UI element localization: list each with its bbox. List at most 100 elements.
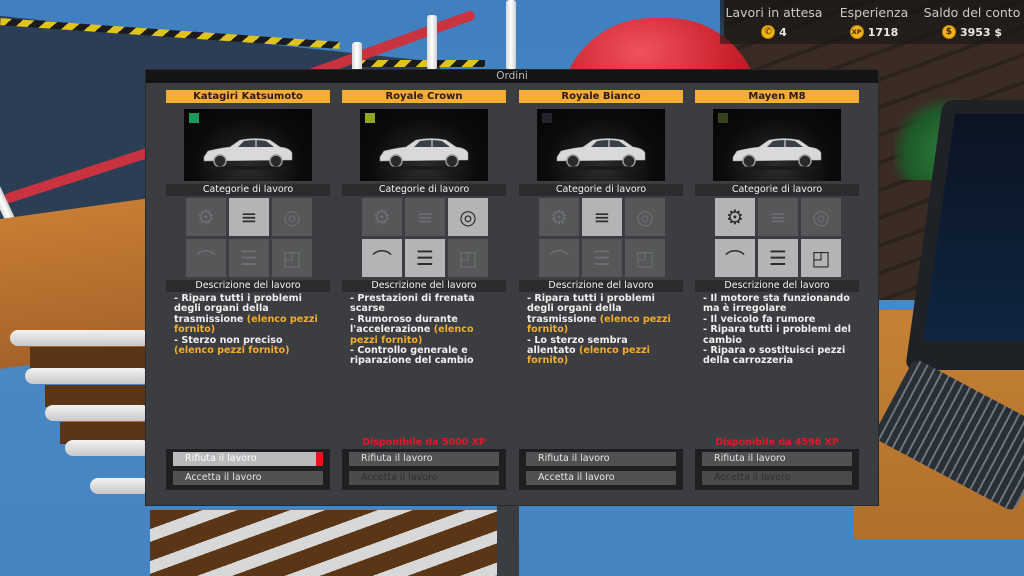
balance-value: 3953 $ <box>959 25 1003 39</box>
job-categories-grid: ⚙ ≡ ◎ ⌒ ☰ ◰ <box>538 197 665 277</box>
job-categories-grid: ⚙ ≡ ◎ ⌒ ☰ ◰ <box>714 197 841 277</box>
balance-label: Saldo del conto <box>923 5 1021 20</box>
bodywork-icon: ◰ <box>625 239 665 277</box>
car-color-swatch <box>189 113 199 123</box>
car-icon <box>379 138 469 170</box>
order-card-1: Katagiri Katsumoto Categorie di lavoro ⚙… <box>166 90 330 490</box>
order-actions: Rifiuta il lavoro Accetta il lavoro <box>342 449 506 490</box>
accept-job-button[interactable]: Accetta il lavoro <box>702 471 852 485</box>
car-name: Mayen M8 <box>695 90 859 103</box>
orders-panel: Ordini Katagiri Katsumoto Categorie di l… <box>145 69 879 506</box>
car-color-swatch <box>365 113 375 123</box>
description-line: - Rumoroso durante l'accelerazione (elen… <box>350 314 498 346</box>
brakes-icon: ◎ <box>448 198 488 236</box>
parts-list-provided-note: (elenco pezzi fornito) <box>174 345 290 357</box>
brakes-icon: ◎ <box>272 198 312 236</box>
engine-icon: ⚙ <box>362 198 402 236</box>
description-text: - Prestazioni di frenata scarse <box>350 293 475 315</box>
pending-jobs-stat: Lavori in attesa ✆ 4 <box>724 5 824 39</box>
gearbox-icon: ☰ <box>758 239 798 277</box>
car-color-swatch <box>542 113 552 123</box>
car-name: Royale Crown <box>342 90 506 103</box>
description-line: - Lo sterzo sembra allentato (elenco pez… <box>527 335 675 367</box>
description-text: - Il veicolo fa rumore <box>703 313 816 325</box>
suspension-icon: ≡ <box>582 198 622 236</box>
reject-label: Rifiuta il lavoro <box>185 453 257 464</box>
description-text: - Sterzo non preciso <box>174 334 283 346</box>
stats-hud: Lavori in attesa ✆ 4 Esperienza XP 1718 … <box>720 0 1024 44</box>
car-preview <box>360 109 488 181</box>
desk-drawer-gap <box>30 347 150 369</box>
accept-label: Accetta il lavoro <box>538 472 615 483</box>
job-description: - Ripara tutti i problemi degli organi d… <box>519 292 683 367</box>
brakes-icon: ◎ <box>625 198 665 236</box>
suspension-icon: ≡ <box>758 198 798 236</box>
job-description: - Ripara tutti i problemi degli organi d… <box>166 292 330 356</box>
gearbox-icon: ☰ <box>582 239 622 277</box>
desk-drawer <box>65 440 150 456</box>
monitor-screen <box>923 114 1024 340</box>
order-card-2: Royale Crown Categorie di lavoro ⚙ ≡ ◎ ⌒ ☰ ◰ … <box>342 90 506 490</box>
xp-requirement: Disponibile da 5000 XP <box>362 437 486 448</box>
description-line: - Prestazioni di frenata scarse <box>350 293 498 315</box>
panel-title: Ordini <box>146 70 878 83</box>
car-name: Katagiri Katsumoto <box>166 90 330 103</box>
desk-drawer <box>10 330 150 346</box>
order-actions: Rifiuta il lavoro Accetta il lavoro <box>695 449 859 490</box>
order-card-3: Royale Bianco Categorie di lavoro ⚙ ≡ ◎ ⌒ ☰ ◰… <box>519 90 683 490</box>
suspension-icon: ≡ <box>229 198 269 236</box>
reject-label: Rifiuta il lavoro <box>538 453 610 464</box>
reject-job-button[interactable]: Rifiuta il lavoro <box>349 452 499 466</box>
reject-job-button[interactable]: Rifiuta il lavoro <box>702 452 852 466</box>
reject-label: Rifiuta il lavoro <box>361 453 433 464</box>
barrier-post <box>427 15 437 70</box>
job-description: - Prestazioni di frenata scarse - Rumoros… <box>342 292 506 367</box>
barrier-post <box>506 0 516 70</box>
accept-label: Accetta il lavoro <box>714 472 791 483</box>
engine-icon: ⚙ <box>186 198 226 236</box>
exhaust-icon: ⌒ <box>539 239 579 277</box>
accept-label: Accetta il lavoro <box>361 472 438 483</box>
job-categories-grid: ⚙ ≡ ◎ ⌒ ☰ ◰ <box>185 197 312 277</box>
brakes-icon: ◎ <box>801 198 841 236</box>
exhaust-icon: ⌒ <box>715 239 755 277</box>
reject-job-button[interactable]: Rifiuta il lavoro <box>173 452 323 466</box>
car-color-swatch <box>718 113 728 123</box>
car-preview <box>537 109 665 181</box>
pending-jobs-value: 4 <box>779 25 787 39</box>
exhaust-icon: ⌒ <box>362 239 402 277</box>
accept-job-button[interactable]: Accetta il lavoro <box>349 471 499 485</box>
desk-pedestal <box>497 505 519 576</box>
car-preview <box>184 109 312 181</box>
desk-front <box>150 510 505 576</box>
experience-stat: Esperienza XP 1718 <box>832 5 916 39</box>
desk-drawer <box>90 478 150 494</box>
description-text: - Il motore sta funzionando ma è irregol… <box>703 293 850 315</box>
bodywork-icon: ◰ <box>272 239 312 277</box>
description-line: - Sterzo non preciso (elenco pezzi forni… <box>174 334 322 357</box>
pending-jobs-label: Lavori in attesa <box>725 5 823 20</box>
description-line: - Ripara o sostituisci pezzi della carro… <box>703 345 851 367</box>
description-label: Descrizione del lavoro <box>166 280 330 292</box>
categories-label: Categorie di lavoro <box>519 184 683 196</box>
description-label: Descrizione del lavoro <box>695 280 859 292</box>
accept-label: Accetta il lavoro <box>185 472 262 483</box>
accept-job-button[interactable]: Accetta il lavoro <box>173 471 323 485</box>
barrier-post <box>352 42 362 72</box>
gearbox-icon: ☰ <box>229 239 269 277</box>
xp-requirement: Disponibile da 4596 XP <box>715 437 839 448</box>
bodywork-icon: ◰ <box>448 239 488 277</box>
gearbox-icon: ☰ <box>405 239 445 277</box>
desk-drawer <box>45 405 150 421</box>
categories-label: Categorie di lavoro <box>695 184 859 196</box>
dollar-icon: $ <box>941 25 956 39</box>
reject-label: Rifiuta il lavoro <box>714 453 786 464</box>
car-icon <box>203 138 293 170</box>
reject-job-button[interactable]: Rifiuta il lavoro <box>526 452 676 466</box>
engine-icon: ⚙ <box>715 198 755 236</box>
car-icon <box>556 138 646 170</box>
car-preview <box>713 109 841 181</box>
job-categories-grid: ⚙ ≡ ◎ ⌒ ☰ ◰ <box>361 197 488 277</box>
accept-job-button[interactable]: Accetta il lavoro <box>526 471 676 485</box>
desk-drawer <box>25 368 150 384</box>
